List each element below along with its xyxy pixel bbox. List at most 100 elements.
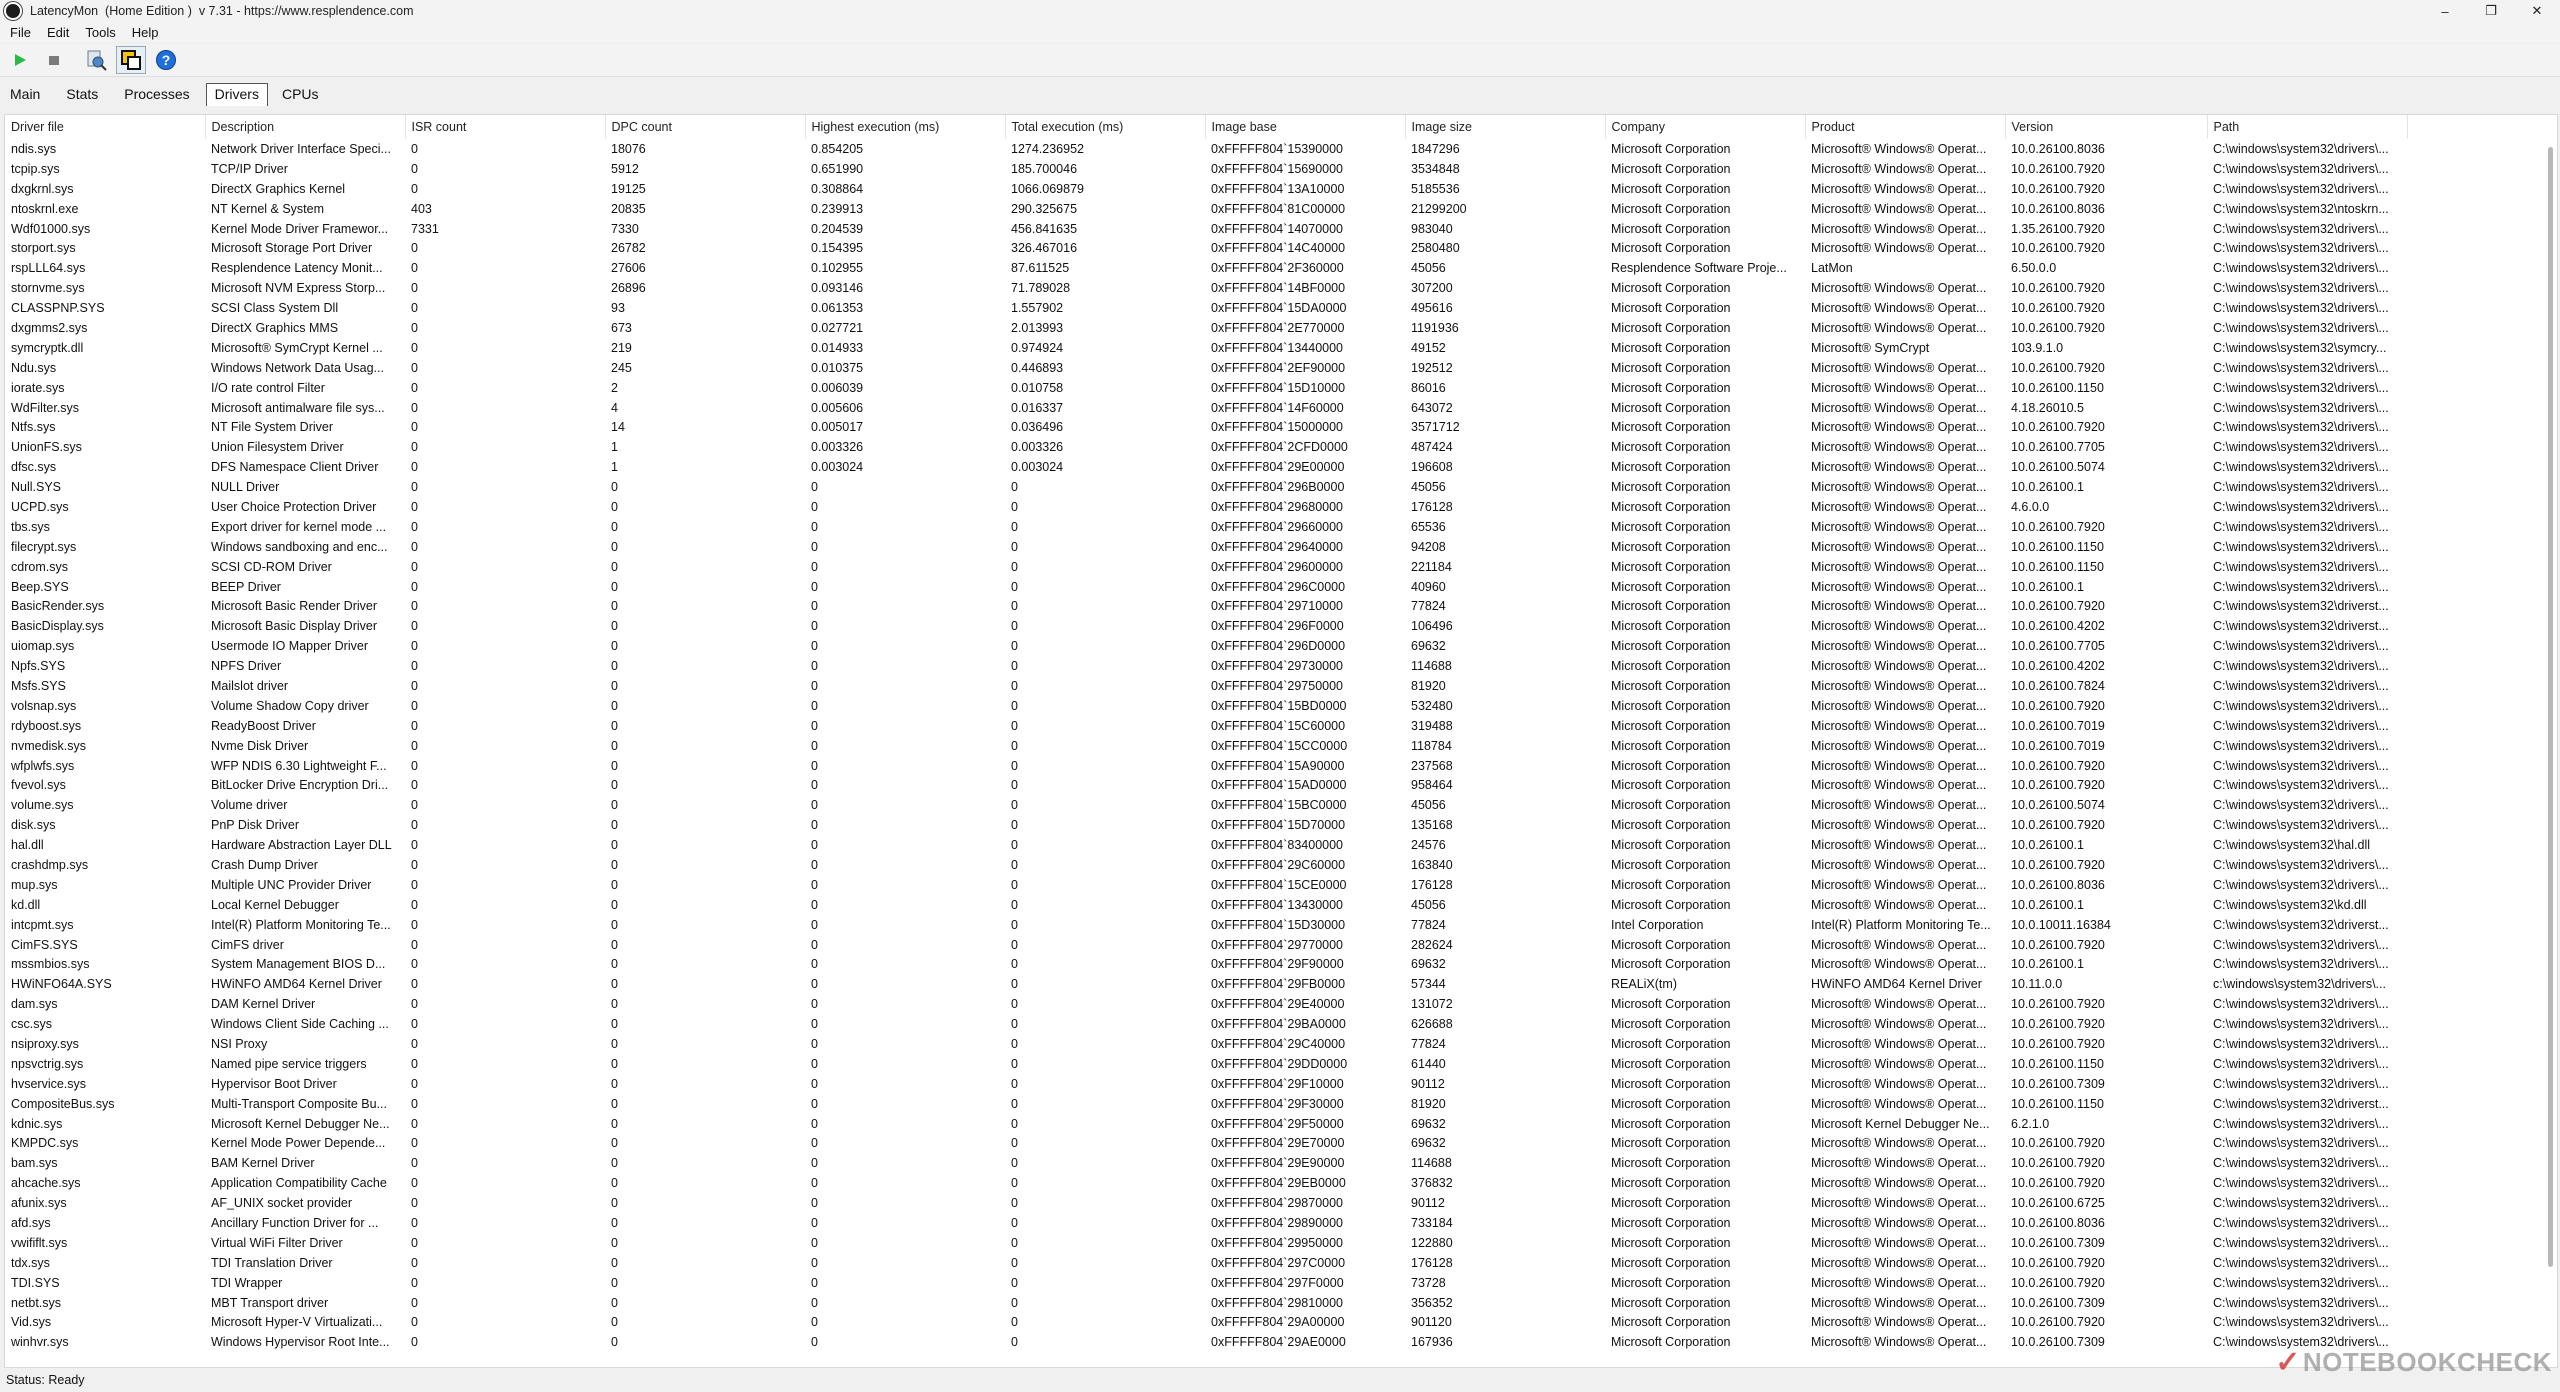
driver-row[interactable]: volume.sys Volume driver 0 0 0 0 0xFFFFF804`15… [5,795,2407,815]
driver-row[interactable]: ndis.sys Network Driver Interface Speci..… [5,139,2407,159]
driver-row[interactable]: uiomap.sys Usermode IO Mapper Driver 0 0 0 0 0… [5,636,2407,656]
driver-row[interactable]: Ndu.sys Windows Network Data Usag... 0 245 0… [5,358,2407,378]
driver-row[interactable]: BasicDisplay.sys Microsoft Basic Display … [5,616,2407,636]
column-header[interactable]: Company [1605,115,1806,139]
column-header[interactable]: Version [2005,115,2208,139]
column-header[interactable]: Image size [1405,115,1606,139]
driver-row[interactable]: rspLLL64.sys Resplendence Latency Monit..… [5,258,2407,278]
driver-row[interactable]: hal.dll Hardware Abstraction Layer DLL 0 0 0… [5,835,2407,855]
driver-row[interactable]: csc.sys Windows Client Side Caching ... 0 0… [5,1014,2407,1034]
driver-row[interactable]: Ntfs.sys NT File System Driver 0 14 0.005017… [5,417,2407,437]
driver-row[interactable]: vwififlt.sys Virtual WiFi Filter Driver 0 0… [5,1233,2407,1253]
driver-row[interactable]: nsiproxy.sys NSI Proxy 0 0 0 0 0xFFFFF804`29C4… [5,1034,2407,1054]
menu-file[interactable]: File [0,25,37,40]
driver-row[interactable]: kd.dll Local Kernel Debugger 0 0 0 0 0xFFFFF80… [5,895,2407,915]
driver-cell: 10.0.26100.7920 [2011,420,2105,435]
driver-row[interactable]: nvmedisk.sys Nvme Disk Driver 0 0 0 0 0xFFFFF8… [5,736,2407,756]
column-header[interactable]: Highest execution (ms) [805,115,1006,139]
tab-cpus[interactable]: CPUs [272,84,331,106]
column-header[interactable]: Total execution (ms) [1005,115,1206,139]
driver-row[interactable]: BasicRender.sys Microsoft Basic Render Dr… [5,596,2407,616]
windows-button[interactable] [116,46,146,74]
minimize-button[interactable]: – [2422,0,2468,22]
driver-cell: 10.0.26100.7920 [2011,778,2105,793]
driver-row[interactable]: disk.sys PnP Disk Driver 0 0 0 0 0xFFFFF804`15… [5,815,2407,835]
driver-row[interactable]: Msfs.SYS Mailslot driver 0 0 0 0 0xFFFFF804`29… [5,676,2407,696]
driver-row[interactable]: Npfs.SYS NPFS Driver 0 0 0 0 0xFFFFF804`297300… [5,656,2407,676]
driver-row[interactable]: afd.sys Ancillary Function Driver for ...… [5,1213,2407,1233]
driver-row[interactable]: mup.sys Multiple UNC Provider Driver 0 0 0 0 0… [5,875,2407,895]
driver-row[interactable]: kdnic.sys Microsoft Kernel Debugger Ne...… [5,1114,2407,1134]
column-header[interactable]: DPC count [605,115,806,139]
driver-row[interactable]: netbt.sys MBT Transport driver 0 0 0 0 0xFFFFF… [5,1293,2407,1313]
tab-main[interactable]: Main [0,84,52,106]
driver-row[interactable]: dxgmms2.sys DirectX Graphics MMS 0 673 0.027… [5,318,2407,338]
driver-row[interactable]: HWiNFO64A.SYS HWiNFO AMD64 Kernel Driver 0… [5,974,2407,994]
driver-row[interactable]: WdFilter.sys Microsoft antimalware file s… [5,398,2407,418]
driver-cell: 0xFFFFF804`2F360000 [1211,261,1344,276]
driver-row[interactable]: CimFS.SYS CimFS driver 0 0 0 0 0xFFFFF804`2977… [5,935,2407,955]
driver-cell: C:\windows\system32\drivers\... [2213,1176,2389,1191]
close-button[interactable]: ✕ [2514,0,2560,22]
driver-row[interactable]: dfsc.sys DFS Namespace Client Driver 0 1 0.0… [5,457,2407,477]
driver-row[interactable]: npsvctrig.sys Named pipe service triggers… [5,1054,2407,1074]
driver-row[interactable]: Wdf01000.sys Kernel Mode Driver Framewor.… [5,219,2407,239]
driver-row[interactable]: filecrypt.sys Windows sandboxing and enc.… [5,537,2407,557]
driver-row[interactable]: UCPD.sys User Choice Protection Driver 0 0 0… [5,497,2407,517]
stop-monitoring-button[interactable] [40,47,68,73]
driver-row[interactable]: dxgkrnl.sys DirectX Graphics Kernel 0 19125… [5,179,2407,199]
start-monitoring-button[interactable] [6,47,34,73]
driver-row[interactable]: TDI.SYS TDI Wrapper 0 0 0 0 0xFFFFF804`297F000… [5,1273,2407,1293]
driver-row[interactable]: crashdmp.sys Crash Dump Driver 0 0 0 0 0xFFFFF… [5,855,2407,875]
driver-row[interactable]: hvservice.sys Hypervisor Boot Driver 0 0 0 0 0… [5,1074,2407,1094]
driver-row[interactable]: volsnap.sys Volume Shadow Copy driver 0 0 0 0… [5,696,2407,716]
driver-row[interactable]: tdx.sys TDI Translation Driver 0 0 0 0 0xFFFFF… [5,1253,2407,1273]
driver-row[interactable]: stornvme.sys Microsoft NVM Express Storp.… [5,278,2407,298]
column-header[interactable]: Path [2207,115,2408,139]
maximize-button[interactable]: ❐ [2468,0,2514,22]
vertical-scrollbar[interactable] [2545,141,2557,1365]
driver-row[interactable]: Null.SYS NULL Driver 0 0 0 0 0xFFFFF804`296B00… [5,477,2407,497]
driver-cell: C:\windows\system32\hal.dll [2213,838,2371,853]
driver-row[interactable]: UnionFS.sys Union Filesystem Driver 0 1 0.00… [5,437,2407,457]
driver-cell: 10.0.26100.7705 [2011,440,2105,455]
driver-row[interactable]: storport.sys Microsoft Storage Port Drive… [5,238,2407,258]
menu-help[interactable]: Help [122,25,165,40]
driver-row[interactable]: wfplwfs.sys WFP NDIS 6.30 Lightweight F..… [5,756,2407,776]
driver-cell: 10.0.26100.7920 [2011,360,2105,375]
menu-edit[interactable]: Edit [37,25,75,40]
driver-row[interactable]: cdrom.sys SCSI CD-ROM Driver 0 0 0 0 0xFFFFF80… [5,557,2407,577]
driver-row[interactable]: mssmbios.sys System Management BIOS D... 0… [5,955,2407,975]
scrollbar-thumb[interactable] [2548,147,2553,1267]
tab-stats[interactable]: Stats [56,84,110,106]
driver-row[interactable]: CLASSPNP.SYS SCSI Class System Dll 0 93 0.06… [5,298,2407,318]
driver-row[interactable]: rdyboost.sys ReadyBoost Driver 0 0 0 0 0xFFFFF… [5,716,2407,736]
driver-row[interactable]: CompositeBus.sys Multi-Transport Composit… [5,1094,2407,1114]
driver-row[interactable]: tbs.sys Export driver for kernel mode ...… [5,517,2407,537]
driver-row[interactable]: Beep.SYS BEEP Driver 0 0 0 0 0xFFFFF804`296C00… [5,577,2407,597]
column-header[interactable]: ISR count [405,115,606,139]
driver-row[interactable]: ahcache.sys Application Compatibility Cac… [5,1173,2407,1193]
driver-row[interactable]: tcpip.sys TCP/IP Driver 0 5912 0.651990 185.7… [5,159,2407,179]
column-header[interactable]: Image base [1205,115,1406,139]
driver-row[interactable]: winhvr.sys Windows Hypervisor Root Inte..… [5,1332,2407,1352]
report-button[interactable] [82,47,110,73]
tab-processes[interactable]: Processes [114,84,201,106]
driver-row[interactable]: bam.sys BAM Kernel Driver 0 0 0 0 0xFFFFF804`2… [5,1153,2407,1173]
driver-row[interactable]: Vid.sys Microsoft Hyper-V Virtualizati...… [5,1313,2407,1333]
driver-cell: 983040 [1411,221,1453,236]
column-header[interactable]: Driver file [5,115,206,139]
help-button[interactable]: ? [152,47,180,73]
driver-row[interactable]: fvevol.sys BitLocker Drive Encryption Dri… [5,776,2407,796]
column-header[interactable]: Product [1805,115,2006,139]
driver-row[interactable]: dam.sys DAM Kernel Driver 0 0 0 0 0xFFFFF804`2… [5,994,2407,1014]
menu-tools[interactable]: Tools [75,25,121,40]
tab-drivers[interactable]: Drivers [205,83,268,106]
driver-row[interactable]: iorate.sys I/O rate control Filter 0 2 0.006… [5,378,2407,398]
driver-row[interactable]: afunix.sys AF_UNIX socket provider 0 0 0 0 0xF… [5,1193,2407,1213]
driver-row[interactable]: ntoskrnl.exe NT Kernel & System 403 20835 0.… [5,199,2407,219]
column-header[interactable]: Description [205,115,406,139]
driver-row[interactable]: KMPDC.sys Kernel Mode Power Depende... 0 0 0… [5,1134,2407,1154]
driver-row[interactable]: intcpmt.sys Intel(R) Platform Monitoring … [5,915,2407,935]
driver-row[interactable]: symcryptk.dll Microsoft® SymCrypt Kernel … [5,338,2407,358]
